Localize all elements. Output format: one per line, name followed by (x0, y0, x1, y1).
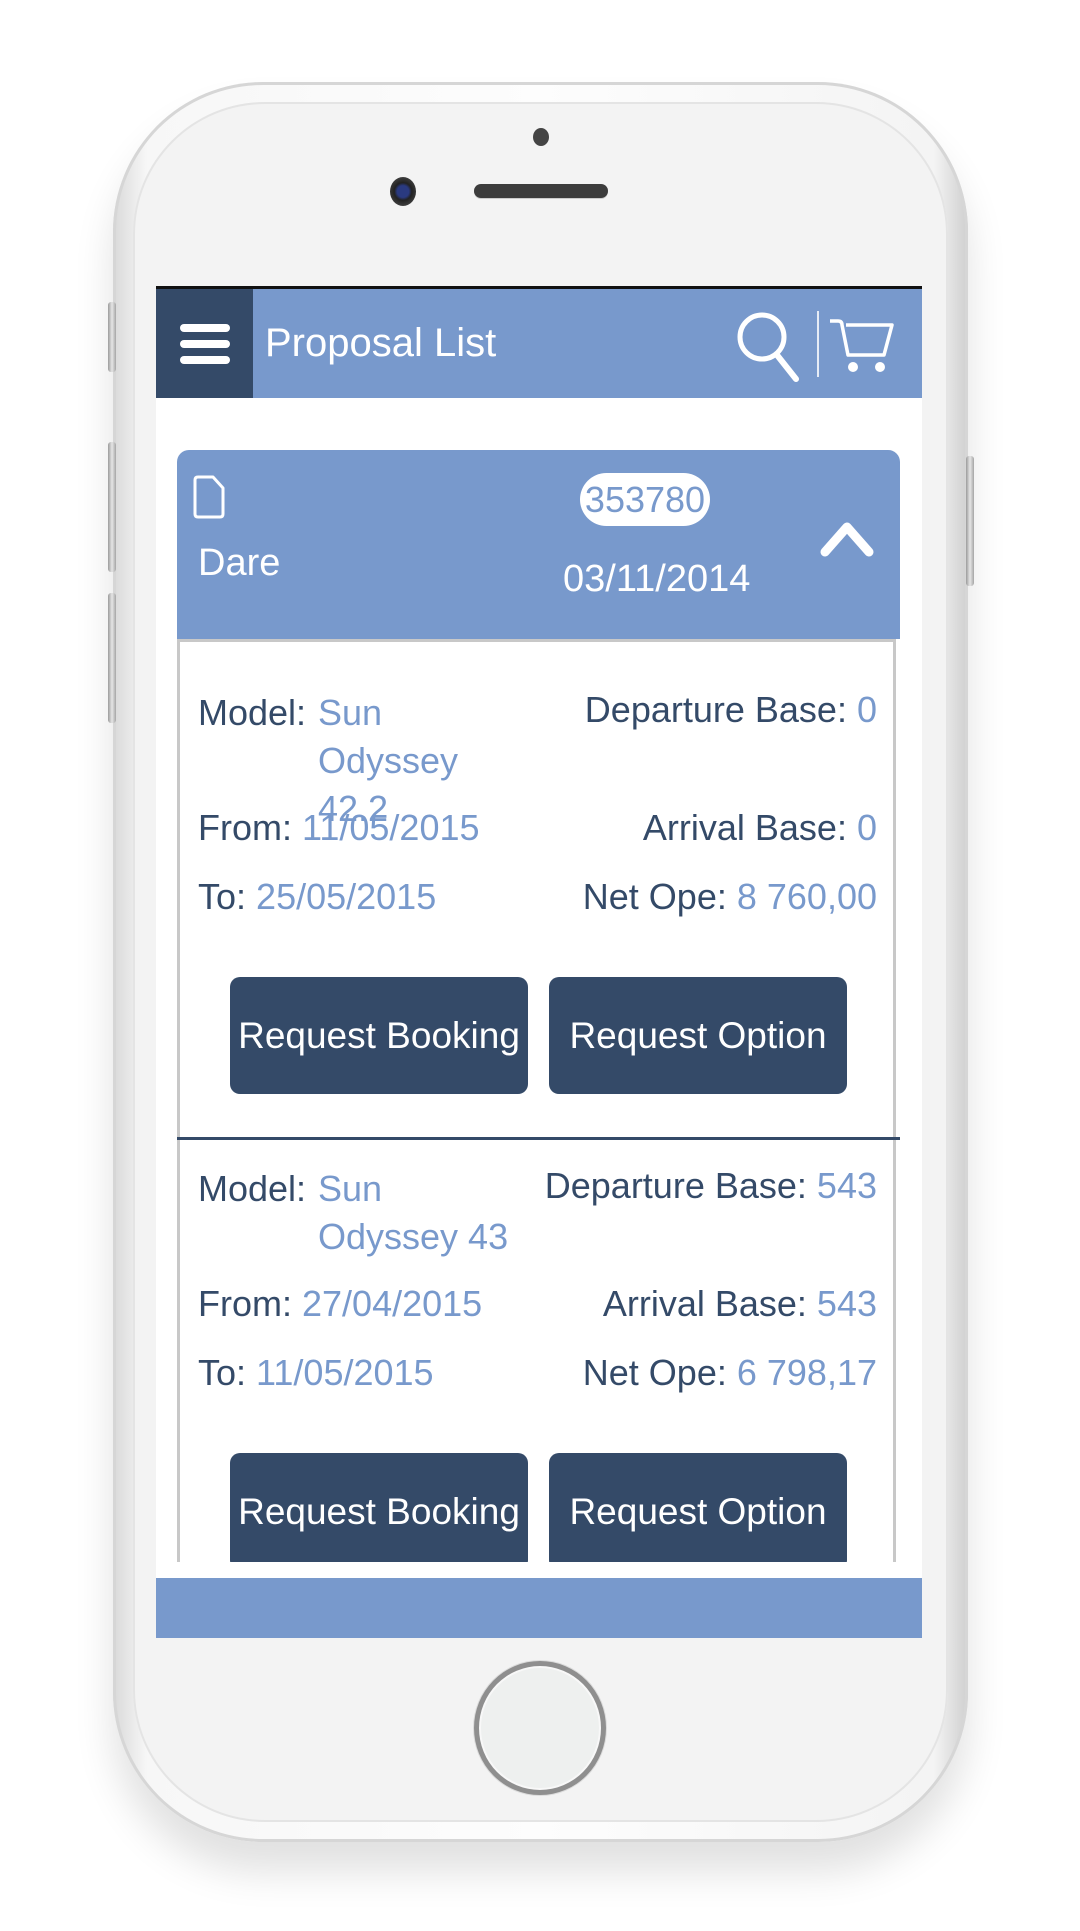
from-value: 11/05/2015 (302, 807, 480, 848)
search-button[interactable] (734, 307, 804, 383)
model-value: Sun Odyssey 43 (318, 1168, 509, 1257)
departure-base-field: Departure Base: 543 (545, 1165, 877, 1207)
from-field: From: 11/05/2015 (198, 807, 480, 849)
volume-up-button (108, 442, 116, 572)
to-value: 25/05/2015 (256, 876, 437, 917)
arrival-base-field: Arrival Base: 543 (603, 1283, 877, 1325)
departure-base-field: Departure Base: 0 (585, 689, 877, 731)
to-label: To: (198, 876, 247, 917)
model-label: Model: (198, 692, 307, 733)
from-label: From: (198, 1283, 292, 1324)
departure-base-label: Departure Base: (584, 689, 847, 730)
earpiece-speaker (474, 184, 608, 198)
proposal-item: Model: Sun Odyssey 42.2 Departure Base: … (180, 642, 897, 1137)
proposal-list: Dare 353780 03/11/2014 Model: Sun Odysse… (177, 450, 900, 1562)
departure-base-value: 0 (856, 689, 877, 730)
from-label: From: (198, 807, 292, 848)
net-ope-value: 6 798,17 (736, 1352, 877, 1393)
proposal-card-body: Model: Sun Odyssey 42.2 Departure Base: … (177, 639, 900, 1562)
to-label: To: (198, 1352, 247, 1393)
proposal-card-header[interactable]: Dare 353780 03/11/2014 (177, 450, 900, 639)
chevron-up-icon[interactable] (817, 515, 877, 560)
net-ope-label: Net Ope: (582, 876, 727, 917)
net-ope-field: Net Ope: 8 760,00 (583, 876, 877, 918)
arrival-base-label: Arrival Base: (642, 807, 847, 848)
app-screen: Proposal List Dare 353780 03/11/2014 Mod… (156, 286, 922, 1638)
cart-button[interactable] (826, 311, 898, 377)
proposal-date: 03/11/2014 (563, 558, 751, 600)
departure-base-label: Departure Base: (544, 1165, 807, 1206)
home-button[interactable] (474, 1661, 606, 1795)
app-header: Proposal List (156, 289, 922, 398)
reference-badge: 353780 (580, 473, 710, 526)
bottom-bar (156, 1578, 922, 1638)
arrival-base-value: 0 (856, 807, 877, 848)
document-icon (193, 475, 225, 519)
to-field: To: 11/05/2015 (198, 1352, 434, 1394)
front-camera (390, 177, 416, 206)
to-field: To: 25/05/2015 (198, 876, 436, 918)
power-button (966, 456, 974, 586)
search-icon (737, 312, 799, 382)
arrival-base-field: Arrival Base: 0 (643, 807, 877, 849)
proposal-item: Model: Sun Odyssey 43 Departure Base: 54… (180, 1140, 897, 1562)
mute-switch (108, 302, 116, 372)
proximity-sensor (533, 128, 549, 146)
to-value: 11/05/2015 (256, 1352, 434, 1393)
request-booking-button[interactable]: Request Booking (230, 977, 528, 1094)
menu-icon (179, 323, 230, 364)
departure-base-value: 543 (816, 1165, 877, 1206)
menu-button[interactable] (156, 289, 253, 398)
model-label: Model: (198, 1168, 307, 1209)
request-option-button[interactable]: Request Option (549, 1453, 847, 1562)
net-ope-value: 8 760,00 (736, 876, 877, 917)
cart-icon (830, 319, 894, 372)
header-divider (817, 311, 819, 377)
client-name: Dare (198, 542, 281, 584)
request-booking-button[interactable]: Request Booking (230, 1453, 528, 1562)
request-option-button[interactable]: Request Option (549, 977, 847, 1094)
net-ope-field: Net Ope: 6 798,17 (583, 1352, 877, 1394)
net-ope-label: Net Ope: (582, 1352, 727, 1393)
arrival-base-label: Arrival Base: (602, 1283, 807, 1324)
volume-down-button (108, 593, 116, 723)
from-value: 27/04/2015 (302, 1283, 483, 1324)
page-title: Proposal List (265, 321, 497, 365)
model-field: Model: Sun Odyssey 43 (198, 1165, 528, 1261)
arrival-base-value: 543 (816, 1283, 877, 1324)
from-field: From: 27/04/2015 (198, 1283, 482, 1325)
